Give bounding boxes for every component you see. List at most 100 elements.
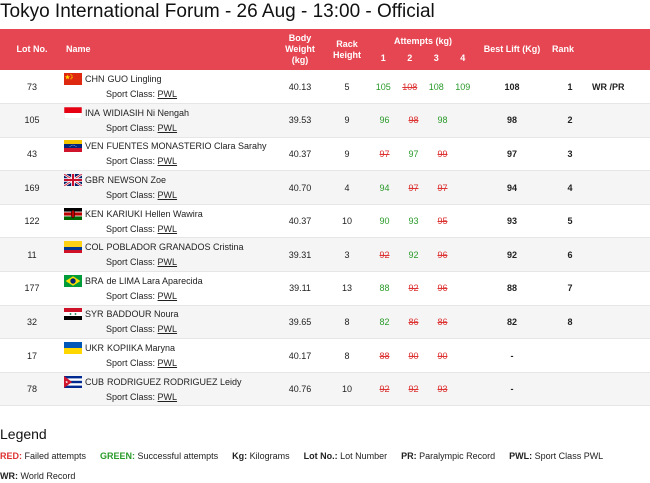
attempt-2-value: 86 [408, 316, 419, 327]
athlete-name[interactable]: KARIUKI Hellen Wawira [107, 209, 203, 219]
lot-number: 43 [0, 137, 64, 172]
sport-class-link[interactable]: PWL [158, 358, 178, 368]
best-lift: 82 [476, 305, 548, 340]
best-lift: 97 [476, 137, 548, 172]
legend-text: Kilograms [247, 451, 290, 461]
header-rack-height-line1: Rack [336, 38, 358, 49]
legend-item: PR: Paralympic Record [401, 451, 495, 461]
attempt-2-value: 97 [408, 182, 419, 193]
rack-height: 9 [324, 137, 370, 172]
lot-number: 11 [0, 237, 64, 273]
body-weight: 40.37 [276, 137, 324, 172]
body-weight: 40.70 [276, 170, 324, 205]
sport-class-link[interactable]: PWL [158, 392, 178, 402]
header-rank[interactable]: Rank [548, 29, 592, 70]
sport-class-link[interactable]: PWL [158, 156, 178, 166]
rack-height: 8 [324, 338, 370, 373]
attempt-2-value: 98 [408, 115, 419, 126]
header-lot[interactable]: Lot No. [0, 29, 64, 70]
records-cell [592, 271, 650, 306]
body-weight: 39.11 [276, 271, 324, 306]
sport-class-link[interactable]: PWL [158, 89, 178, 99]
athlete-name[interactable]: KOPIIKA Maryna [107, 343, 175, 353]
rack-height: 8 [324, 305, 370, 340]
athlete-name[interactable]: RODRIGUEZ RODRIGUEZ Leidy [107, 377, 242, 387]
noc-code: SYR [85, 309, 104, 320]
attempts-cell: 94 97 97 [370, 170, 476, 205]
records-cell [592, 204, 650, 239]
sport-class-label: Sport Class: [106, 324, 156, 335]
athlete-name[interactable]: NEWSON Zoe [108, 175, 167, 185]
attempt-2-value: 93 [408, 216, 419, 227]
sport-class-link[interactable]: PWL [158, 324, 178, 334]
header-body-weight-line2: Weight (kg) [285, 44, 315, 65]
attempt-1-value: 88 [379, 350, 390, 361]
best-lift: 98 [476, 103, 548, 138]
best-lift: 93 [476, 204, 548, 239]
header-attempt-1: 1 [380, 52, 386, 63]
sport-class-link[interactable]: PWL [158, 123, 178, 133]
sport-class-label: Sport Class: [106, 190, 156, 201]
body-weight: 39.31 [276, 237, 324, 273]
athlete-name[interactable]: FUENTES MONASTERIO Clara Sarahy [107, 141, 267, 151]
sport-class-link[interactable]: PWL [158, 291, 178, 301]
table-row: 11 COL POBLADOR GRANADOS Cristina Sport Cla… [0, 237, 650, 273]
header-rack-height[interactable]: Rack Height [324, 29, 370, 70]
attempt-2-value: 92 [408, 384, 419, 395]
header-best-lift[interactable]: Best Lift (Kg) [476, 29, 548, 70]
noc-code: UKR [85, 343, 105, 354]
legend-item: Kg: Kilograms [232, 451, 290, 461]
rack-height: 5 [324, 70, 370, 105]
table-row: 32 SYR BADDOUR Noura Sport Class: PWL 39.65 8… [0, 305, 650, 340]
sport-class-link[interactable]: PWL [158, 224, 178, 234]
legend-title: Legend [0, 426, 47, 442]
athlete-cell: UKR KOPIIKA Maryna Sport Class: PWL [64, 338, 276, 373]
header-attempts: Attempts (kg) 1 2 3 4 [370, 29, 476, 70]
rank: 7 [548, 271, 592, 306]
body-weight: 40.37 [276, 204, 324, 239]
lot-number: 105 [0, 103, 64, 138]
legend-key: PR: [401, 451, 417, 461]
athlete-cell: COL POBLADOR GRANADOS Cristina Sport Class… [64, 237, 276, 273]
records-cell [592, 305, 650, 340]
athlete-cell: SYR BADDOUR Noura Sport Class: PWL [64, 305, 276, 340]
athlete-name[interactable]: BADDOUR Noura [107, 309, 179, 319]
sport-class-label: Sport Class: [106, 89, 156, 100]
header-name[interactable]: Name [64, 29, 276, 70]
records-cell: WR /PR [592, 70, 650, 105]
athlete-name[interactable]: WIDIASIH Ni Nengah [103, 108, 189, 118]
legend-item: Lot No.: Lot Number [304, 451, 388, 461]
records-cell [592, 338, 650, 373]
legend-item: GREEN: Successful attempts [100, 451, 218, 461]
athlete-name[interactable]: de LIMA Lara Aparecida [107, 276, 203, 286]
header-attempts-title: Attempts (kg) [394, 35, 452, 46]
athlete-name[interactable]: GUO Lingling [108, 74, 162, 84]
header-body-weight[interactable]: Body Weight (kg) [276, 29, 324, 70]
record-wr: WR [592, 81, 607, 92]
flag-cub-icon [64, 375, 82, 388]
lot-number: 73 [0, 70, 64, 105]
table-row: 17 UKR KOPIIKA Maryna Sport Class: PWL 40.17… [0, 338, 650, 373]
table-row: 122 KEN KARIUKI Hellen Wawira Sport Class: … [0, 204, 650, 239]
table-row: 177 BRA de LIMA Lara Aparecida Sport Class:… [0, 271, 650, 306]
attempt-3-value: 99 [437, 148, 448, 159]
athlete-cell: GBR NEWSON Zoe Sport Class: PWL [64, 170, 276, 205]
attempt-2-value: 97 [408, 148, 419, 159]
noc-code: COL [85, 242, 104, 253]
sport-class-link[interactable]: PWL [158, 257, 178, 267]
attempt-3-value: 97 [437, 182, 448, 193]
records-cell [592, 237, 650, 273]
attempt-3-value: 93 [437, 384, 448, 395]
best-lift: - [476, 372, 548, 407]
sport-class-label: Sport Class: [106, 290, 156, 301]
attempt-2-value: 92 [408, 249, 419, 260]
noc-code: GBR [85, 175, 105, 186]
athlete-name[interactable]: POBLADOR GRANADOS Cristina [107, 242, 244, 252]
table-row: 105 INA WIDIASIH Ni Nengah Sport Class: PWL… [0, 103, 650, 138]
legend-item: WR: World Record [0, 471, 75, 481]
attempt-1-value: 88 [379, 283, 390, 294]
header-rack-height-line2: Height [333, 49, 361, 60]
flag-bra-icon [64, 274, 82, 287]
attempt-3-value: 95 [437, 216, 448, 227]
sport-class-link[interactable]: PWL [158, 190, 178, 200]
